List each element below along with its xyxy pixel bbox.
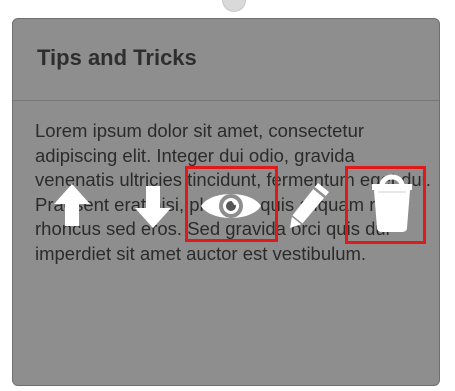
- view-button[interactable]: [199, 184, 263, 228]
- arrow-down-icon: [135, 186, 171, 228]
- trash-icon: [372, 174, 412, 232]
- arrow-up-icon: [54, 184, 90, 226]
- pencil-icon: [290, 183, 329, 228]
- drag-handle[interactable]: [222, 0, 246, 12]
- page: Tips and Tricks Lorem ipsum dolor sit am…: [0, 0, 455, 391]
- eye-icon: [201, 194, 261, 218]
- move-up-button[interactable]: [52, 182, 92, 228]
- card-title: Tips and Tricks: [37, 44, 197, 70]
- delete-button[interactable]: [369, 170, 415, 234]
- edit-button[interactable]: [286, 180, 332, 230]
- move-down-button[interactable]: [133, 184, 173, 230]
- card-header: Tips and Tricks: [13, 19, 439, 101]
